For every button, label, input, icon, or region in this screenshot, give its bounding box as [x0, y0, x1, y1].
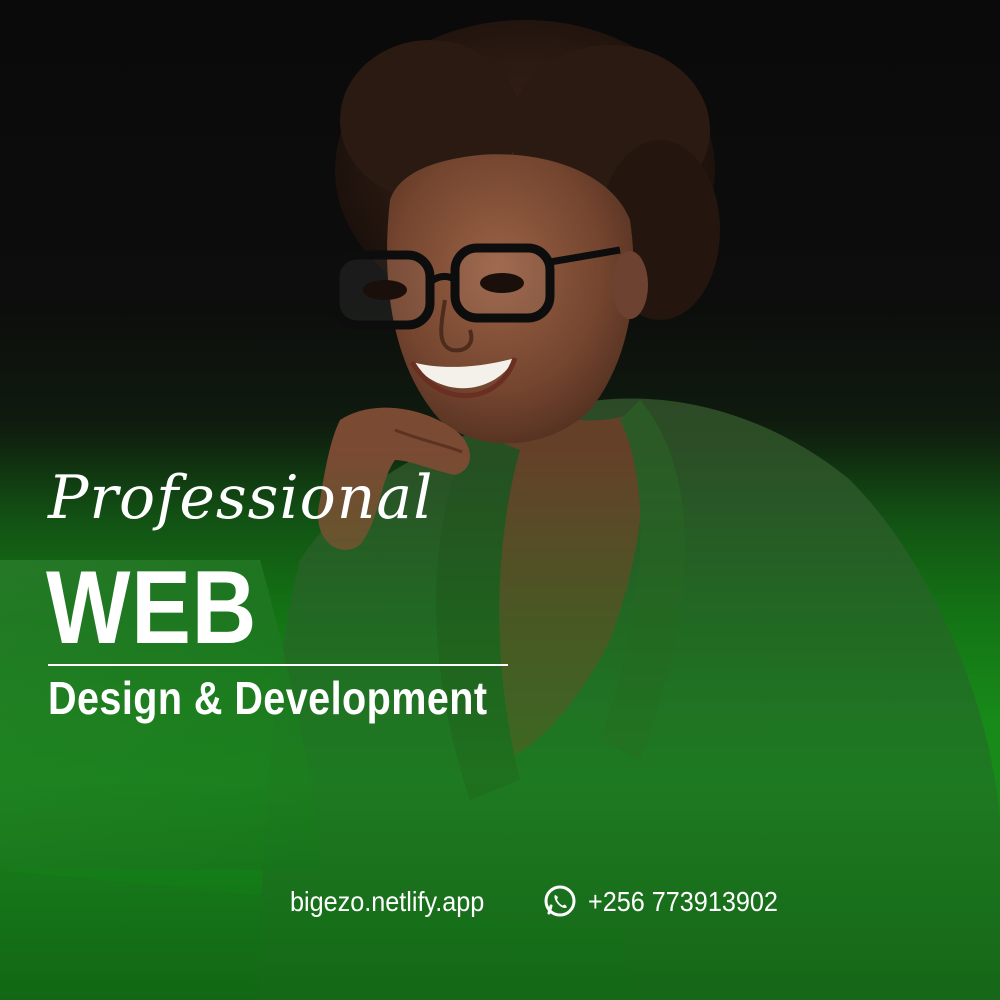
website-link[interactable]: bigezo.netlify.app: [290, 886, 484, 918]
whatsapp-icon: [544, 885, 576, 917]
poster: Professional WEB Design & Development bi…: [0, 0, 1000, 1000]
phone-number: +256 773913902: [588, 886, 778, 917]
script-heading: Professional: [48, 463, 434, 533]
phone-contact[interactable]: +256 773913902: [542, 884, 799, 920]
contact-footer: bigezo.netlify.app +256 773913902: [290, 880, 799, 924]
heading-divider: [48, 664, 508, 666]
subheading: Design & Development: [48, 672, 488, 724]
main-heading: WEB: [46, 550, 258, 666]
